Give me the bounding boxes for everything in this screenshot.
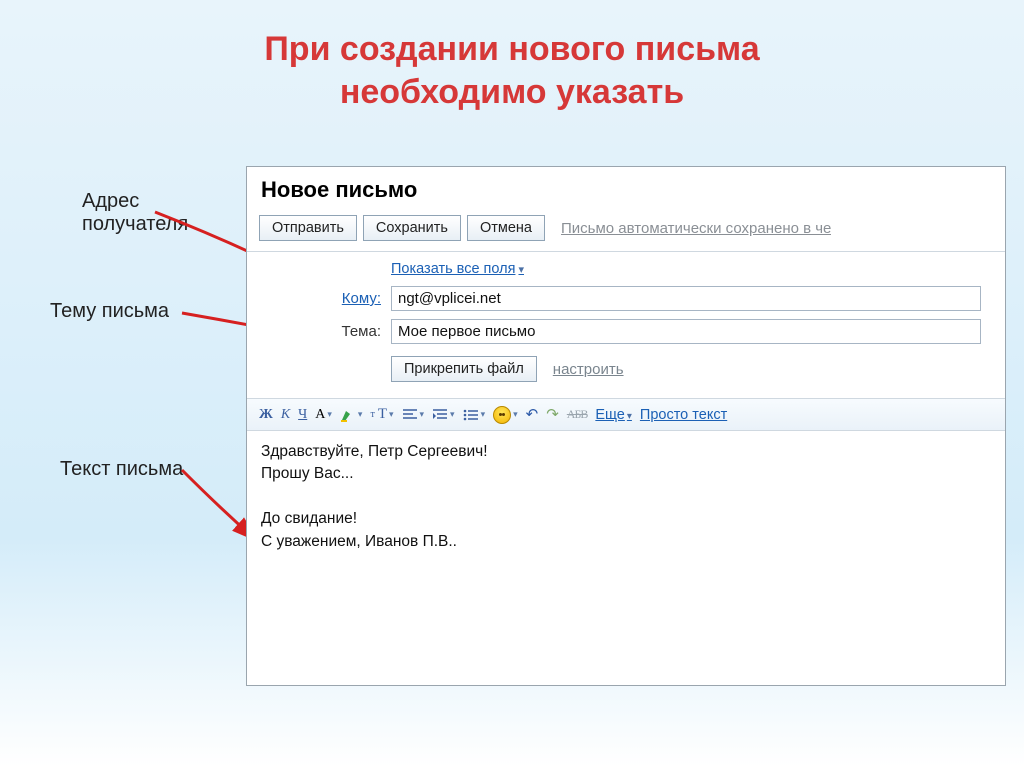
annotation-body: Текст письма: [60, 458, 183, 481]
formatting-toolbar: Ж К Ч А▾ ▾ тТ▾ ▾ ▾ ▾ ▾ ↶ ↷ АБВ Еще Прост…: [247, 398, 1005, 431]
cancel-button[interactable]: Отмена: [467, 215, 545, 241]
underline-button[interactable]: Ч: [298, 407, 307, 423]
list-button[interactable]: ▾: [463, 408, 486, 422]
bold-button[interactable]: Ж: [259, 407, 273, 423]
show-all-fields-link[interactable]: Показать все поля: [391, 261, 524, 277]
font-color-button[interactable]: А▾: [315, 407, 332, 423]
slide-title-line2: необходимо указать: [0, 71, 1024, 114]
italic-button[interactable]: К: [281, 407, 290, 423]
slide-title: При создании нового письма необходимо ук…: [0, 0, 1024, 113]
compose-toolbar: Отправить Сохранить Отмена Письмо автома…: [247, 209, 1005, 252]
autosave-status: Письмо автоматически сохранено в че: [561, 220, 831, 237]
more-formatting-link[interactable]: Еще: [595, 407, 632, 423]
message-body[interactable]: Здравствуйте, Петр Сергеевич! Прошу Вас.…: [247, 431, 1005, 563]
indent-button[interactable]: ▾: [432, 408, 455, 422]
undo-button[interactable]: ↶: [526, 405, 539, 424]
subject-input[interactable]: [391, 319, 981, 344]
send-button[interactable]: Отправить: [259, 215, 357, 241]
font-size-button[interactable]: тТ▾: [370, 406, 393, 423]
emoji-button[interactable]: ▾: [493, 406, 518, 424]
configure-link[interactable]: настроить: [553, 361, 624, 378]
annotation-recipient: Адрес получателя: [82, 190, 188, 236]
to-label[interactable]: Кому:: [259, 290, 391, 307]
slide-title-line1: При создании нового письма: [0, 28, 1024, 71]
annotation-subject: Тему письма: [50, 300, 169, 323]
smiley-icon: [493, 406, 511, 424]
subject-label: Тема:: [259, 323, 391, 340]
highlight-button[interactable]: ▾: [340, 408, 363, 422]
attach-file-button[interactable]: Прикрепить файл: [391, 356, 537, 382]
save-button[interactable]: Сохранить: [363, 215, 461, 241]
redo-button[interactable]: ↷: [546, 405, 559, 424]
to-input[interactable]: [391, 286, 981, 311]
compose-panel: Новое письмо Отправить Сохранить Отмена …: [246, 166, 1006, 686]
clear-formatting-button[interactable]: АБВ: [567, 407, 588, 422]
plain-text-link[interactable]: Просто текст: [640, 407, 727, 423]
align-button[interactable]: ▾: [402, 408, 425, 422]
compose-title: Новое письмо: [247, 167, 1005, 209]
